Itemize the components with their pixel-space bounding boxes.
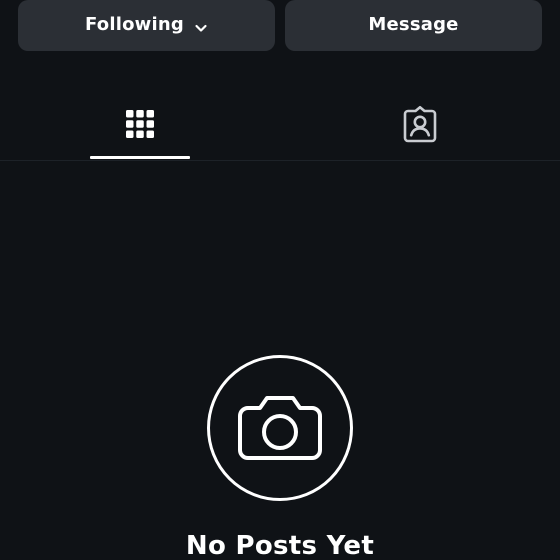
tab-posts-grid[interactable] <box>90 92 190 160</box>
tab-tagged[interactable] <box>370 92 470 160</box>
empty-state-title: No Posts Yet <box>185 531 375 560</box>
chevron-down-icon <box>194 19 208 33</box>
profile-actions: Following Message <box>18 0 542 52</box>
message-button[interactable]: Message <box>285 0 542 51</box>
tagged-user-icon <box>401 105 439 147</box>
message-label: Message <box>368 13 459 35</box>
tabs-divider <box>0 160 560 161</box>
empty-state: No Posts Yet <box>0 355 560 560</box>
active-tab-indicator <box>90 156 190 159</box>
following-button[interactable]: Following <box>18 0 275 51</box>
camera-icon <box>236 388 324 468</box>
profile-tabs <box>0 92 560 162</box>
following-label: Following <box>85 13 184 35</box>
camera-circle <box>207 355 353 501</box>
grid-icon <box>125 109 155 143</box>
